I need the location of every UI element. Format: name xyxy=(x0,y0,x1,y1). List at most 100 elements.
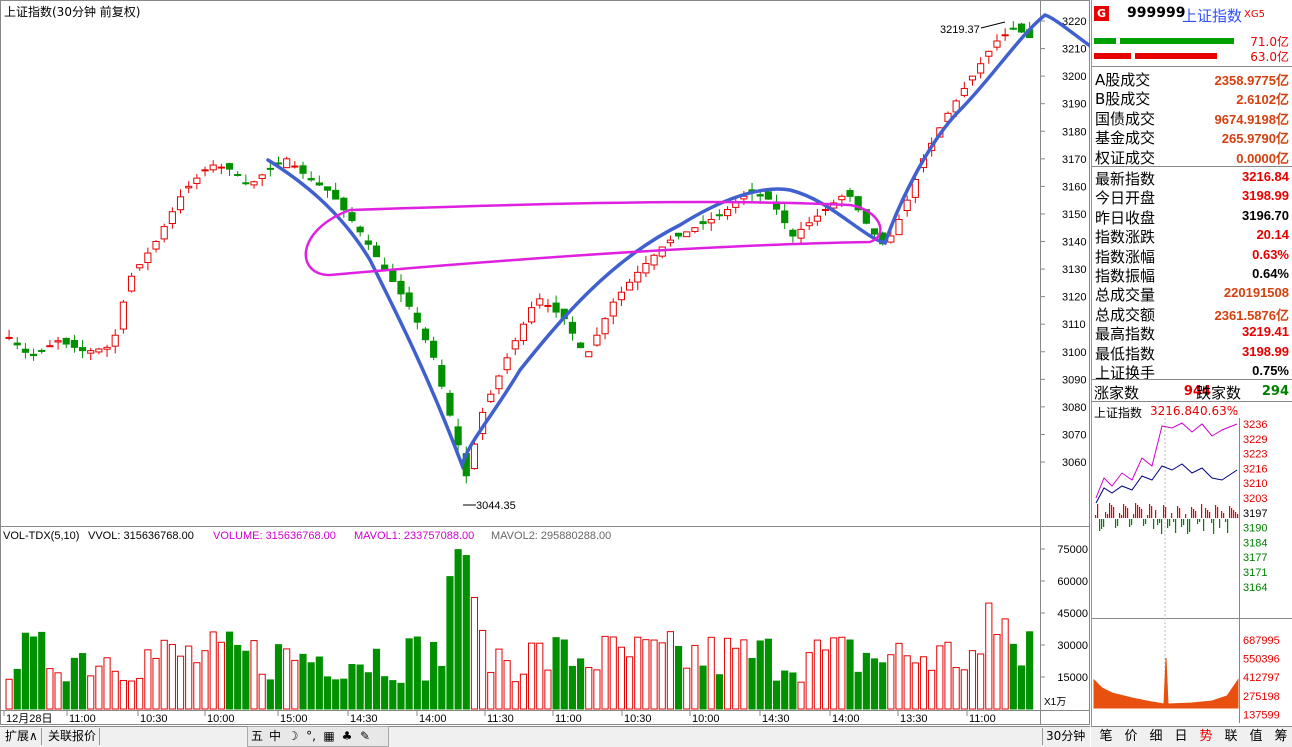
quote-row: 指数涨跌 20.14 xyxy=(1092,225,1292,246)
volume-bar xyxy=(95,665,103,710)
volume-bar xyxy=(634,636,642,710)
mini-breadth-bar xyxy=(1187,519,1189,534)
quote-tab[interactable]: 日 xyxy=(1168,728,1194,745)
wubi-icon[interactable]: 五 xyxy=(248,727,266,745)
chinese-mode-icon[interactable]: 中 xyxy=(266,727,284,745)
candle-body xyxy=(568,321,577,334)
keyboard-icon[interactable]: ▦ xyxy=(320,727,338,745)
volume-bar xyxy=(144,649,152,710)
mini-breadth-bar xyxy=(1193,509,1195,518)
quote-tab[interactable]: 筹 xyxy=(1268,728,1292,745)
candle-body xyxy=(544,304,552,307)
quote-row: 最低指数 3198.99 xyxy=(1092,342,1292,363)
volume-bar xyxy=(691,644,699,710)
quote-row-value: 2358.9775亿 xyxy=(1214,73,1289,88)
volume-bar xyxy=(54,672,62,710)
price-tick-label: 3170 xyxy=(1062,154,1086,166)
volume-bar xyxy=(609,636,617,710)
volume-bar xyxy=(413,636,421,710)
settings-icon[interactable]: ✎ xyxy=(356,727,374,745)
quote-row-value: 3216.84 xyxy=(1242,169,1289,184)
mini-breadth-bar xyxy=(1207,510,1209,518)
quote-row-label: 权证成交 xyxy=(1095,148,1156,167)
quote-row-value: 2.6102亿 xyxy=(1236,92,1289,108)
mini-breadth-bar xyxy=(1171,513,1173,518)
intraday-mini-chart[interactable]: 3236 3229 3223 3216 3210 3203 3197 3190 3184 3177… xyxy=(1092,418,1292,723)
mini-breadth-bar xyxy=(1165,507,1167,518)
candle-body xyxy=(674,232,683,237)
volume-bar xyxy=(315,656,323,710)
volume-bar xyxy=(136,677,144,710)
skin-icon[interactable]: ♣ xyxy=(338,727,356,745)
volume-bar xyxy=(274,644,283,710)
volume-bar xyxy=(389,680,397,710)
quote-tab[interactable]: 值 xyxy=(1243,728,1269,745)
tab-expand[interactable]: 扩展∧ xyxy=(2,728,42,745)
quote-tab[interactable]: 价 xyxy=(1118,728,1144,745)
moon-icon[interactable]: ☽ xyxy=(284,727,302,745)
volume-bar xyxy=(821,649,830,710)
quote-tab-bar: 笔价细日势联值筹 xyxy=(1091,726,1292,747)
sell-amount: 63.0亿 xyxy=(1250,50,1289,64)
quote-row: 今日开盘 3198.99 xyxy=(1092,186,1292,207)
mini-breadth-bar xyxy=(1099,519,1101,531)
volume-bar xyxy=(699,665,707,710)
volume-bar xyxy=(985,602,993,710)
candle-body xyxy=(715,214,723,217)
candle-body xyxy=(993,40,1001,48)
quote-tab[interactable]: 势 xyxy=(1193,728,1219,745)
quote-row-value: 20.14 xyxy=(1256,227,1289,243)
volume-bar xyxy=(715,674,723,710)
volume-bar xyxy=(683,667,691,710)
volume-bar xyxy=(70,657,78,710)
stock-logo-icon: G xyxy=(1094,6,1109,21)
quote-row: A股成交 2358.9775亿 xyxy=(1092,68,1292,89)
volume-bar xyxy=(176,655,185,710)
volume-bar xyxy=(887,654,895,710)
mini-breadth-bar xyxy=(1229,506,1231,518)
quote-tab[interactable]: 联 xyxy=(1218,728,1244,745)
quote-row-value: 0.63% xyxy=(1252,246,1289,262)
price-tick-label: 3100 xyxy=(1062,347,1086,359)
mini-breadth-bar xyxy=(1143,519,1145,526)
tab-related-quotes[interactable]: 关联报价 xyxy=(45,728,101,745)
quote-row: 国债成交 9674.9198亿 xyxy=(1092,107,1292,128)
candle-body xyxy=(528,307,536,323)
quote-row: 基金成交 265.9790亿 xyxy=(1092,126,1292,147)
candle-body xyxy=(650,254,658,266)
price-tick-label: 3160 xyxy=(1062,181,1086,193)
quote-tab[interactable]: 细 xyxy=(1143,728,1169,745)
mini-breadth-bar xyxy=(1097,504,1099,518)
volume-bar xyxy=(748,657,756,710)
candle-body xyxy=(405,292,413,307)
mini-price-tick: 3236 xyxy=(1243,419,1267,431)
volume-bar xyxy=(756,640,764,710)
vol-mavol1: MAVOL1: 233757088.00 xyxy=(354,530,474,542)
candle-body xyxy=(87,350,95,354)
punctuation-icon[interactable]: °, xyxy=(302,727,320,745)
volume-bar xyxy=(111,670,119,710)
candle-body xyxy=(666,239,674,244)
mini-breadth-bar xyxy=(1113,507,1115,518)
volume-bar xyxy=(21,632,29,710)
volume-bar xyxy=(258,673,266,710)
mini-breadth-bar xyxy=(1189,519,1191,532)
candle-body xyxy=(217,166,225,169)
quote-tab[interactable]: 笔 xyxy=(1093,728,1119,745)
volume-bar xyxy=(519,673,528,710)
quote-panel: G 999999 上证指数 XG5 71.0亿 63.0亿 A股成交 2358.9… xyxy=(1091,0,1292,746)
kline-chart[interactable]: 3220321032003190318031703160315031403130… xyxy=(0,0,1090,726)
period-selector[interactable]: 30分钟 xyxy=(1042,728,1092,745)
mini-breadth-bar xyxy=(1133,514,1135,518)
mini-breadth-bar xyxy=(1121,515,1123,518)
quote-row-value: 3219.41 xyxy=(1242,324,1289,340)
mini-breadth-bar xyxy=(1219,519,1221,528)
chart-frame xyxy=(0,0,1090,725)
main-chart-area[interactable]: 3220 3210 3200 3190 3180 3170 3160 3150 3140 3130… xyxy=(0,0,1090,746)
volume-bar xyxy=(625,656,634,710)
mini-chart-price: 3216.84 xyxy=(1150,404,1200,418)
volume-bar xyxy=(291,659,299,710)
volume-bar xyxy=(789,672,797,710)
price-tick-label: 3150 xyxy=(1062,209,1086,221)
candle-body xyxy=(797,228,805,239)
